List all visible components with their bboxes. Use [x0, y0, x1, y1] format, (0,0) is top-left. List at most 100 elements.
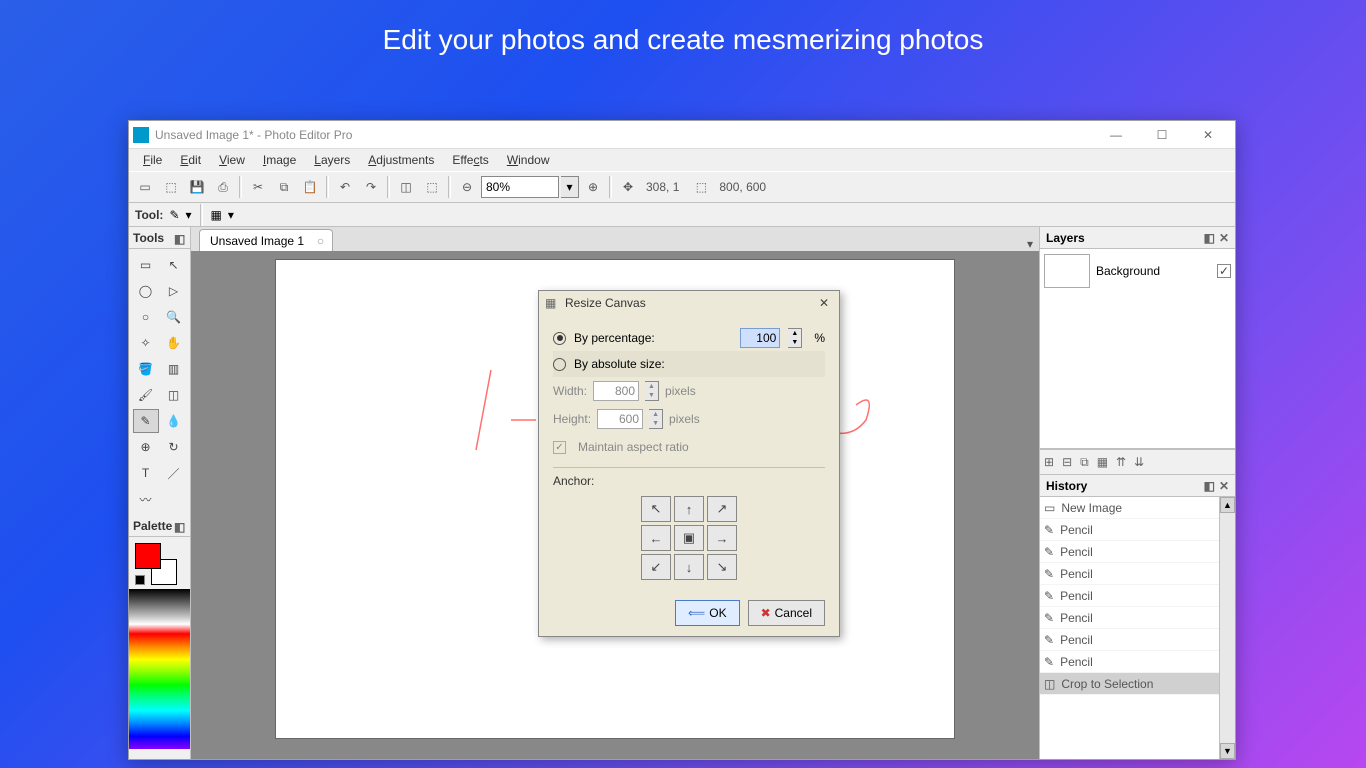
add-layer-icon[interactable]: ⊞: [1044, 455, 1054, 469]
by-percentage-radio[interactable]: [553, 332, 566, 345]
anchor-center[interactable]: ▣: [674, 525, 704, 551]
zoom-tool[interactable]: 🔍: [161, 305, 187, 329]
close-button[interactable]: ✕: [1185, 122, 1231, 148]
history-item[interactable]: ✎Pencil: [1040, 585, 1235, 607]
anchor-nw[interactable]: ↖: [641, 496, 671, 522]
clone-tool[interactable]: ⊕: [133, 435, 159, 459]
layer-row[interactable]: Background ✓: [1042, 251, 1233, 291]
recolor-tool[interactable]: ↻: [161, 435, 187, 459]
by-absolute-row[interactable]: By absolute size:: [553, 351, 825, 377]
open-icon[interactable]: ⬚: [159, 175, 183, 199]
panel-close-icon[interactable]: ✕: [1219, 479, 1229, 493]
percentage-spinner[interactable]: ▲▼: [788, 328, 802, 348]
anchor-se[interactable]: ↘: [707, 554, 737, 580]
tab-close-icon[interactable]: ○: [317, 234, 324, 248]
width-spinner[interactable]: ▲▼: [645, 381, 659, 401]
bucket-tool[interactable]: 🪣: [133, 357, 159, 381]
swap-colors-icon[interactable]: [135, 575, 145, 585]
anchor-s[interactable]: ↓: [674, 554, 704, 580]
anchor-sw[interactable]: ↙: [641, 554, 671, 580]
menu-layers[interactable]: Layers: [306, 151, 358, 169]
zoom-input[interactable]: [481, 176, 559, 198]
pencil-tool[interactable]: ✎: [133, 409, 159, 433]
deselect-icon[interactable]: ⬚: [420, 175, 444, 199]
scroll-down-icon[interactable]: ▼: [1220, 743, 1235, 759]
zoom-dropdown[interactable]: ▾: [561, 176, 579, 198]
layers-icon[interactable]: ▦: [211, 208, 222, 222]
panel-detach-icon[interactable]: ◧: [174, 232, 186, 244]
history-item[interactable]: ✎Pencil: [1040, 651, 1235, 673]
panel-close-icon[interactable]: ✕: [1219, 231, 1229, 245]
merge-layer-icon[interactable]: ▦: [1097, 455, 1108, 469]
move-tool[interactable]: ↖: [161, 253, 187, 277]
zoom-out-icon[interactable]: ⊖: [455, 175, 479, 199]
redo-icon[interactable]: ↷: [359, 175, 383, 199]
copy-icon[interactable]: ⧉: [272, 175, 296, 199]
undo-icon[interactable]: ↶: [333, 175, 357, 199]
wand-tool[interactable]: ✧: [133, 331, 159, 355]
by-percentage-row[interactable]: By percentage: ▲▼ %: [553, 325, 825, 351]
document-tab[interactable]: Unsaved Image 1 ○: [199, 229, 333, 251]
panel-detach-icon[interactable]: ◧: [1204, 231, 1215, 245]
panel-detach-icon[interactable]: ◧: [1204, 479, 1215, 493]
history-item[interactable]: ✎Pencil: [1040, 629, 1235, 651]
color-spectrum[interactable]: [129, 589, 190, 749]
height-spinner[interactable]: ▲▼: [649, 409, 663, 429]
scroll-up-icon[interactable]: ▲: [1220, 497, 1235, 513]
maximize-button[interactable]: ☐: [1139, 122, 1185, 148]
menu-effects[interactable]: Effects: [444, 151, 496, 169]
pan-tool[interactable]: ✋: [161, 331, 187, 355]
anchor-ne[interactable]: ↗: [707, 496, 737, 522]
menu-window[interactable]: Window: [499, 151, 558, 169]
foreground-color[interactable]: [135, 543, 161, 569]
paste-icon[interactable]: 📋: [298, 175, 322, 199]
tabs-dropdown-icon[interactable]: ▾: [1027, 237, 1033, 251]
menu-edit[interactable]: Edit: [172, 151, 209, 169]
menu-adjustments[interactable]: Adjustments: [360, 151, 442, 169]
move-sel-tool[interactable]: ▷: [161, 279, 187, 303]
line-tool[interactable]: ／: [161, 461, 187, 485]
history-scrollbar[interactable]: ▲ ▼: [1219, 497, 1235, 759]
percentage-input[interactable]: [740, 328, 780, 348]
rect-select-tool[interactable]: ▭: [133, 253, 159, 277]
history-item[interactable]: ◫Crop to Selection: [1040, 673, 1235, 695]
delete-layer-icon[interactable]: ⊟: [1062, 455, 1072, 469]
history-item[interactable]: ✎Pencil: [1040, 607, 1235, 629]
history-item[interactable]: ✎Pencil: [1040, 541, 1235, 563]
new-icon[interactable]: ▭: [133, 175, 157, 199]
zoom-in-icon[interactable]: ⊕: [581, 175, 605, 199]
eraser-tool[interactable]: ◫: [161, 383, 187, 407]
move-up-icon[interactable]: ⇈: [1116, 455, 1126, 469]
save-icon[interactable]: 💾: [185, 175, 209, 199]
cut-icon[interactable]: ✂: [246, 175, 270, 199]
history-item[interactable]: ✎Pencil: [1040, 563, 1235, 585]
ellipse-tool[interactable]: ○: [133, 305, 159, 329]
crop-icon[interactable]: ◫: [394, 175, 418, 199]
move-down-icon[interactable]: ⇊: [1134, 455, 1144, 469]
maintain-ratio-checkbox[interactable]: ✓: [553, 441, 566, 454]
history-item[interactable]: ▭New Image: [1040, 497, 1235, 519]
minimize-button[interactable]: —: [1093, 122, 1139, 148]
ok-button[interactable]: ⟸OK: [675, 600, 740, 626]
brush-tool[interactable]: 🖌: [133, 383, 159, 407]
dialog-close-button[interactable]: ✕: [815, 294, 833, 312]
cancel-button[interactable]: ✖Cancel: [748, 600, 825, 626]
gradient-tool[interactable]: ▥: [161, 357, 187, 381]
dropdown-icon[interactable]: ▾: [186, 208, 192, 222]
width-input[interactable]: [593, 381, 639, 401]
layer-visibility-checkbox[interactable]: ✓: [1217, 264, 1231, 278]
picker-tool[interactable]: 💧: [161, 409, 187, 433]
anchor-w[interactable]: ←: [641, 525, 671, 551]
dropdown-icon[interactable]: ▾: [228, 208, 234, 222]
menu-image[interactable]: Image: [255, 151, 304, 169]
anchor-e[interactable]: →: [707, 525, 737, 551]
history-item[interactable]: ✎Pencil: [1040, 519, 1235, 541]
panel-detach-icon[interactable]: ◧: [174, 520, 186, 532]
height-input[interactable]: [597, 409, 643, 429]
shape-tool[interactable]: 〰: [133, 487, 159, 511]
lasso-tool[interactable]: ◯: [133, 279, 159, 303]
print-icon[interactable]: ⎙: [211, 175, 235, 199]
duplicate-layer-icon[interactable]: ⧉: [1080, 455, 1089, 470]
menu-file[interactable]: File: [135, 151, 170, 169]
by-absolute-radio[interactable]: [553, 358, 566, 371]
